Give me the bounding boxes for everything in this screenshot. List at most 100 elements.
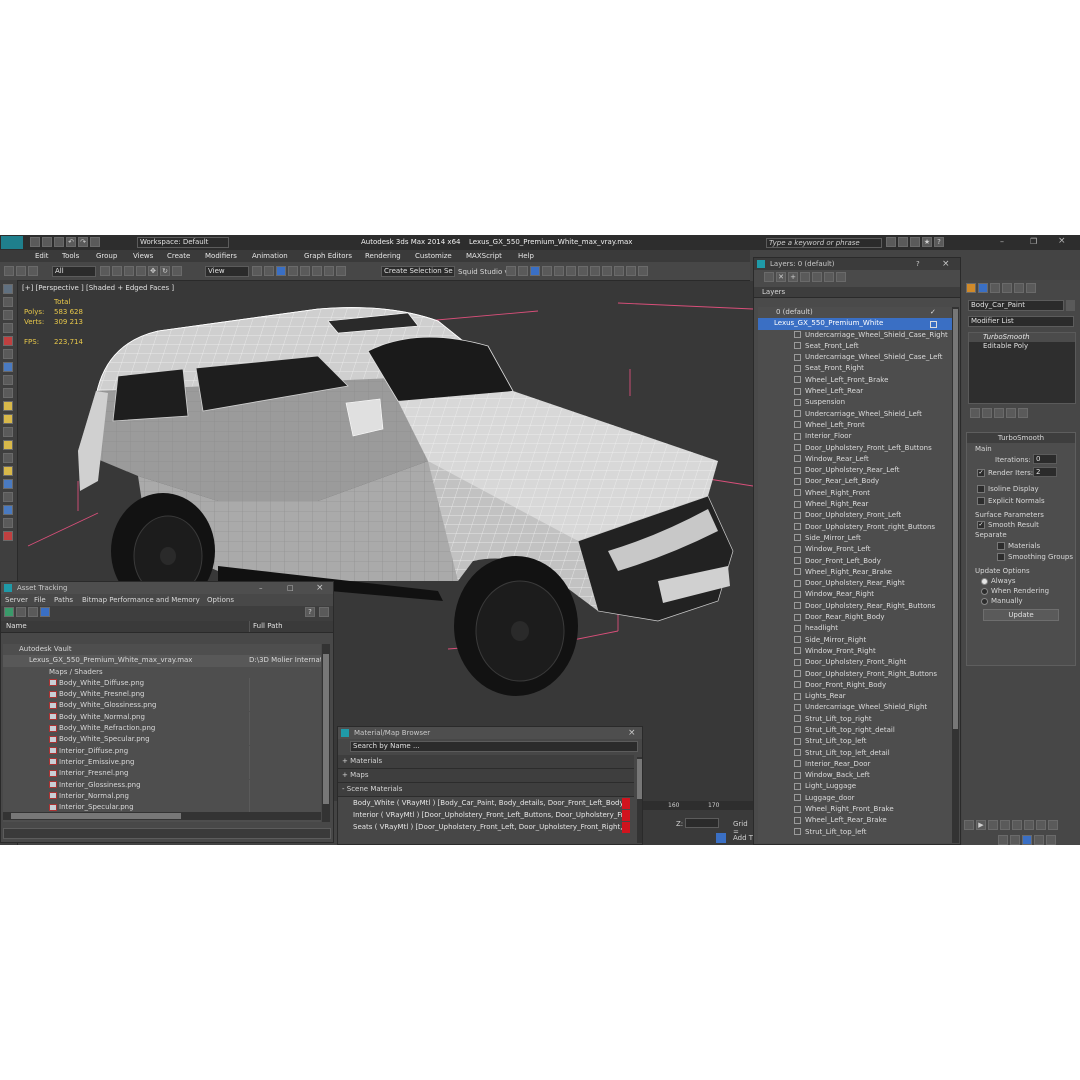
- manually-row[interactable]: Manually: [981, 597, 1023, 605]
- layer-object-item[interactable]: Undercarriage_Wheel_Shield_Right: [758, 702, 954, 713]
- render-iters-checkbox[interactable]: ✓: [977, 469, 985, 477]
- graphite-tool-icon[interactable]: [3, 284, 13, 294]
- when-rendering-row[interactable]: When Rendering: [981, 587, 1049, 595]
- layer-object-item[interactable]: Light_Luggage: [758, 781, 954, 792]
- percent-snap-icon[interactable]: [312, 266, 322, 276]
- iterations-spinner[interactable]: 0: [1033, 454, 1057, 464]
- asset-maximize-icon[interactable]: □: [287, 582, 294, 594]
- visibility-icon[interactable]: [3, 479, 13, 489]
- minimize-icon[interactable]: –: [1000, 237, 1004, 246]
- layer-object-item[interactable]: Door_Upholstery_Front_right_Buttons: [758, 522, 954, 533]
- layer-object-item[interactable]: Door_Upholstery_Rear_Right_Buttons: [758, 601, 954, 612]
- layers-help-button[interactable]: ?: [916, 258, 920, 270]
- asset-menu-paths[interactable]: Paths: [54, 594, 73, 606]
- new-file-icon[interactable]: [30, 237, 40, 247]
- tools-icon[interactable]: [898, 237, 908, 247]
- schematic-view-icon[interactable]: [566, 266, 576, 276]
- project-folder-icon[interactable]: [90, 237, 100, 247]
- time-config-icon[interactable]: [1024, 820, 1034, 830]
- search-input[interactable]: Type a keyword or phrase: [766, 238, 882, 248]
- layer-object-item[interactable]: Wheel_Left_Front: [758, 420, 954, 431]
- layer-object-item[interactable]: Wheel_Left_Rear: [758, 386, 954, 397]
- asset-row-maps-group[interactable]: Maps / Shaders: [3, 667, 321, 678]
- layer-object-item[interactable]: Door_Upholstery_Rear_Left: [758, 465, 954, 476]
- turbosmooth-rollout-title[interactable]: TurboSmooth: [967, 433, 1075, 443]
- app-logo-icon[interactable]: [1, 236, 23, 249]
- grid-view-icon[interactable]: [40, 607, 50, 617]
- orbit-icon[interactable]: [1034, 835, 1044, 845]
- menu-modifiers[interactable]: Modifiers: [205, 252, 237, 260]
- asset-map-row[interactable]: Body_White_Normal.png: [3, 711, 321, 723]
- menu-customize[interactable]: Customize: [415, 252, 452, 260]
- go-to-start-icon[interactable]: [964, 820, 974, 830]
- region-select-icon[interactable]: [124, 266, 134, 276]
- render-iterative-icon[interactable]: [626, 266, 636, 276]
- play-icon[interactable]: ▶: [976, 820, 986, 830]
- layer-object-item[interactable]: Interior_Floor: [758, 431, 954, 442]
- subdivision-icon[interactable]: [3, 401, 13, 411]
- move-icon[interactable]: ✥: [148, 266, 158, 276]
- key-mode-icon[interactable]: [1012, 820, 1022, 830]
- mirror-icon[interactable]: [506, 266, 516, 276]
- asset-horizontal-scrollbar[interactable]: [3, 812, 321, 820]
- menu-animation[interactable]: Animation: [252, 252, 288, 260]
- configure-sets-icon[interactable]: [1018, 408, 1028, 418]
- layer-default-row[interactable]: 0 (default) ✓: [758, 307, 954, 318]
- smooth-result-row[interactable]: ✓ Smooth Result: [977, 521, 1039, 529]
- asset-menu-server[interactable]: Server: [5, 594, 28, 606]
- menu-edit[interactable]: Edit: [35, 252, 49, 260]
- layer-object-item[interactable]: Window_Front_Left: [758, 544, 954, 555]
- isoline-display-checkbox[interactable]: [977, 485, 985, 493]
- zoom-extents-icon[interactable]: [998, 835, 1008, 845]
- layer-object-item[interactable]: Strut_Lift_top_left: [758, 827, 954, 838]
- layer-object-item[interactable]: Door_Upholstery_Rear_Right: [758, 578, 954, 589]
- add-to-layer-icon[interactable]: +: [788, 272, 798, 282]
- column-path-header[interactable]: Full Path: [249, 621, 283, 632]
- layer-object-item[interactable]: Strut_Lift_top_right: [758, 714, 954, 725]
- asset-map-row[interactable]: Interior_Diffuse.png: [3, 745, 321, 757]
- asset-map-row[interactable]: Interior_Fresnel.png: [3, 768, 321, 780]
- layer-object-item[interactable]: Door_Upholstery_Front_Right: [758, 657, 954, 668]
- surface-icon[interactable]: [3, 466, 13, 476]
- loops-icon[interactable]: [3, 414, 13, 424]
- relax-icon[interactable]: [3, 531, 13, 541]
- layer-object-item[interactable]: Side_Mirror_Right: [758, 635, 954, 646]
- layer-object-item[interactable]: Door_Upholstery_Front_Right_Buttons: [758, 669, 954, 680]
- section-scene-materials[interactable]: - Scene Materials: [338, 783, 634, 797]
- layer-manager-icon[interactable]: [530, 266, 540, 276]
- select-icon[interactable]: [100, 266, 110, 276]
- layers-scrollbar-thumb[interactable]: [953, 309, 958, 729]
- utilities-tab-icon[interactable]: [1026, 283, 1036, 293]
- object-paint-icon[interactable]: [3, 323, 13, 333]
- layer-object-item[interactable]: Door_Front_Right_Body: [758, 680, 954, 691]
- rendered-frame-icon[interactable]: [602, 266, 612, 276]
- properties-icon[interactable]: [3, 453, 13, 463]
- studio-label[interactable]: Squid Studio v: [458, 268, 509, 276]
- angle-snap-icon[interactable]: [300, 266, 310, 276]
- update-button[interactable]: Update: [983, 609, 1059, 621]
- undo-icon[interactable]: ↶: [66, 237, 76, 247]
- menu-maxscript[interactable]: MAXScript: [466, 252, 502, 260]
- material-item-interior[interactable]: Interior ( VRayMtl ) [Door_Upholstery_Fr…: [341, 810, 630, 821]
- layer-object-item[interactable]: Seat_Front_Right: [758, 363, 954, 374]
- workspace-dropdown[interactable]: Workspace: Default: [137, 237, 229, 248]
- material-browser-close-icon[interactable]: ×: [628, 727, 636, 739]
- render-iters-spinner[interactable]: 2: [1033, 467, 1057, 477]
- freeze-all-icon[interactable]: [836, 272, 846, 282]
- always-radio[interactable]: [981, 577, 988, 585]
- asset-menu-file[interactable]: File: [34, 594, 46, 606]
- zoom-icon[interactable]: [1036, 820, 1046, 830]
- binoculars-icon[interactable]: [886, 237, 896, 247]
- layer-object-item[interactable]: Strut_Lift_top_left: [758, 736, 954, 747]
- layer-object-item[interactable]: Suspension: [758, 397, 954, 408]
- asset-row-vault[interactable]: Autodesk Vault: [3, 644, 321, 655]
- selection-filter-dropdown[interactable]: All: [52, 266, 96, 277]
- explicit-normals-row[interactable]: Explicit Normals: [977, 497, 1045, 505]
- menu-tools[interactable]: Tools: [62, 252, 79, 260]
- when-rendering-radio[interactable]: [981, 587, 988, 595]
- layers-column-header[interactable]: Layers: [754, 287, 960, 298]
- layer-object-item[interactable]: Wheel_Right_Rear_Brake: [758, 567, 954, 578]
- object-name-field[interactable]: Body_Car_Paint: [968, 300, 1064, 311]
- material-browser-thumb[interactable]: [637, 759, 642, 799]
- layer-object-item[interactable]: Window_Front_Right: [758, 646, 954, 657]
